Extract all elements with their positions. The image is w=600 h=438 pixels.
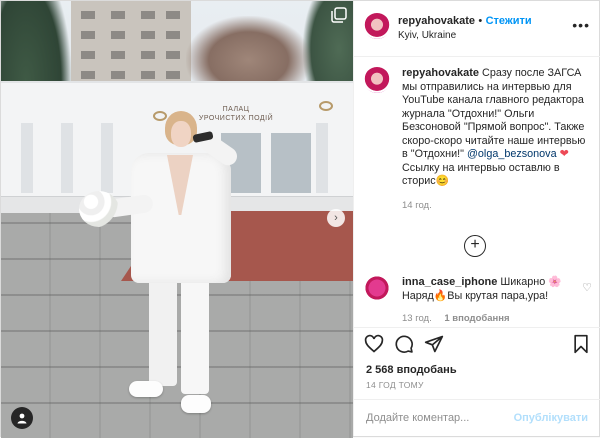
smile-emoji: 😊 <box>435 175 450 187</box>
comment-input[interactable]: Додайте коментар... <box>366 412 469 424</box>
more-options-icon[interactable]: ••• <box>572 17 590 33</box>
caption-text-2: Ссылку на интервью оставлю в сторис <box>402 161 560 188</box>
likes-count[interactable]: 2 568 вподобань <box>366 364 457 376</box>
follow-button[interactable]: Стежити <box>486 15 532 27</box>
heart-outline-icon[interactable]: ♡ <box>582 281 592 294</box>
avatar[interactable] <box>364 13 390 39</box>
comment-username[interactable]: inna_case_iphone <box>402 276 497 288</box>
caption-time[interactable]: 14 год. <box>402 199 592 213</box>
user-tag-icon[interactable] <box>11 407 33 429</box>
post-header: repyahovakate • Стежити Kyiv, Ukraine ••… <box>354 1 600 57</box>
comment-text-2: Наряд <box>402 290 434 302</box>
header-username[interactable]: repyahovakate <box>398 15 475 27</box>
plus-circle-icon[interactable]: + <box>464 235 486 257</box>
bookmark-icon[interactable] <box>572 334 590 357</box>
photo-bouquet <box>79 191 119 227</box>
list-item: inna_case_iphone Шикарно 🌸 Наряд🔥Вы крут… <box>364 275 592 324</box>
photo-rings-right <box>319 101 333 111</box>
photo-woman <box>79 111 251 431</box>
comment-time[interactable]: 13 год. <box>402 313 432 324</box>
carousel-icon <box>331 7 347 23</box>
caption: repyahovakate Сразу после ЗАГСА мы отпра… <box>364 67 592 212</box>
comment-text-1: Шикарно <box>500 276 546 288</box>
comments-section: repyahovakate Сразу после ЗАГСА мы отпра… <box>354 57 600 327</box>
comment-text-3: Вы крутая пара,ура! <box>447 290 549 302</box>
avatar[interactable] <box>364 275 390 301</box>
post-sidebar: repyahovakate • Стежити Kyiv, Ukraine ••… <box>353 1 600 436</box>
heart-emoji: ❤ <box>559 148 569 160</box>
caption-username[interactable]: repyahovakate <box>402 67 479 79</box>
comment-icon[interactable] <box>394 334 414 357</box>
location-link[interactable]: Kyiv, Ukraine <box>398 30 568 41</box>
heart-outline-icon[interactable] <box>364 334 384 357</box>
share-icon[interactable] <box>424 334 444 357</box>
add-comment-bar: Додайте коментар... Опублікувати <box>354 399 600 436</box>
post-modal: ПАЛАЦ УРОЧИСТИХ ПОДІЙ › repyahovakate • … <box>0 0 600 438</box>
avatar[interactable] <box>364 67 390 93</box>
post-date: 14 ГОД ТОМУ <box>366 380 424 390</box>
caption-text-1: Сразу после ЗАГСА мы отправились на инте… <box>402 67 586 160</box>
comment-likes[interactable]: 1 вподобання <box>444 313 509 324</box>
header-dot: • <box>478 15 483 27</box>
post-actions: 2 568 вподобань 14 ГОД ТОМУ <box>354 327 600 397</box>
fire-emoji: 🔥 <box>433 290 448 302</box>
caption-mention[interactable]: @olga_bezsonova <box>467 148 557 160</box>
flower-emoji: 🌸 <box>548 276 562 288</box>
post-photo[interactable]: ПАЛАЦ УРОЧИСТИХ ПОДІЙ › <box>1 1 353 438</box>
chevron-right-icon[interactable]: › <box>327 209 345 227</box>
publish-button[interactable]: Опублікувати <box>514 412 588 424</box>
